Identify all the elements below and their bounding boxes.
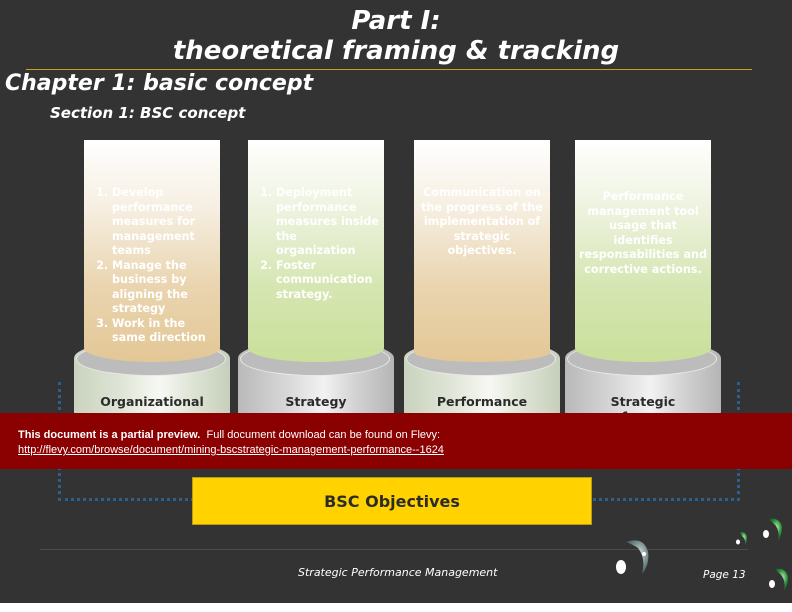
- pillar-column: Develop performance measures for managem…: [84, 140, 220, 362]
- pillar-strategic-performance: Strategic performance Performance manage…: [565, 140, 721, 430]
- pillar-text: Communication on the progress of the imp…: [421, 186, 543, 257]
- footer-title: Strategic Performance Management: [298, 566, 498, 579]
- pillar-text: Performance management tool usage that i…: [579, 190, 707, 276]
- pillar-label: Strategy: [285, 394, 347, 409]
- pillar-column: Performance management tool usage that i…: [575, 140, 711, 362]
- list-item: Develop performance measures for managem…: [112, 186, 216, 259]
- droplet-icon: [769, 568, 788, 591]
- pillar-text: Develop performance measures for managem…: [88, 186, 216, 346]
- chapter-heading: Chapter 1: basic concept: [5, 71, 314, 96]
- download-link[interactable]: http://flevy.com/browse/document/mining-…: [18, 444, 444, 456]
- part-title: Part I:: [351, 6, 441, 36]
- banner-text: Full document download can be found on F…: [206, 429, 441, 441]
- pillar-text: Deployment performance measures inside t…: [252, 186, 380, 302]
- section-heading: Section 1: BSC concept: [50, 104, 246, 122]
- pillar-strategy: Strategy Deployment performance measures…: [238, 140, 394, 430]
- pillar-organizational: Organizational Develop performance measu…: [74, 140, 230, 430]
- list-item: Deployment performance measures inside t…: [276, 186, 380, 259]
- list-item: Work in the same direction: [112, 317, 216, 346]
- list-item: Manage the business by aligning the stra…: [112, 259, 216, 317]
- page-number: Page 13: [703, 569, 746, 581]
- pillar-column: Communication on the progress of the imp…: [414, 140, 550, 362]
- pillar-column: Deployment performance measures inside t…: [248, 140, 384, 362]
- part-subtitle: theoretical framing & tracking: [172, 36, 620, 66]
- title-divider: [26, 69, 752, 70]
- pillar-performance: Performance Communication on the progres…: [404, 140, 560, 430]
- pillar-label: Performance: [436, 394, 528, 409]
- bsc-objectives-box: BSC Objectives: [192, 477, 592, 525]
- preview-banner: This document is a partial preview. Full…: [0, 413, 792, 469]
- droplet-icon: [736, 531, 747, 546]
- banner-bold-text: This document is a partial preview.: [18, 429, 201, 441]
- droplet-icon: [763, 518, 782, 541]
- droplet-icon: [616, 540, 649, 574]
- list-item: Foster communication strategy.: [276, 259, 380, 303]
- slide: Part I: theoretical framing & tracking C…: [0, 0, 792, 603]
- pillar-label: Organizational: [100, 394, 204, 409]
